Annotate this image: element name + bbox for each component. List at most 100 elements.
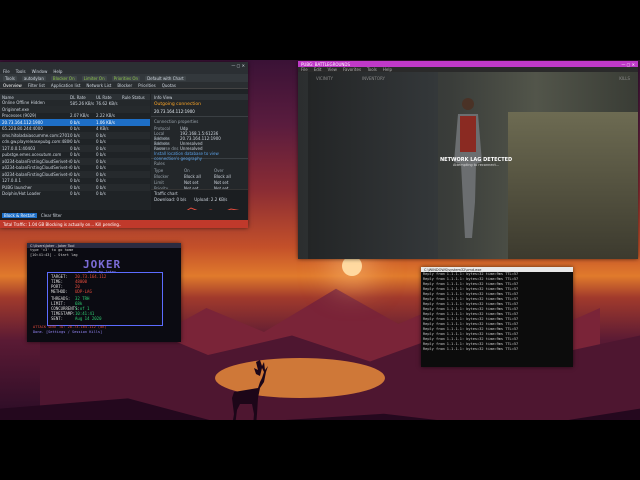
rule-value[interactable]: Not set (214, 180, 242, 185)
sun (342, 256, 362, 276)
row-name: 127.0.0.1 (2, 178, 22, 184)
row-name: 65.228.80.244:4000 (2, 126, 43, 132)
tab-filter-list[interactable]: Filter list (28, 83, 45, 88)
row-dl: 0 b/s (70, 158, 80, 164)
column-name[interactable]: Name (0, 95, 70, 100)
info-view-title: Info View (154, 94, 173, 100)
menu-help[interactable]: Help (53, 69, 62, 74)
row-ul: 4 KB/s (96, 126, 109, 132)
tab-quotas[interactable]: Quotas (162, 83, 176, 88)
row-dl: 0 b/s (70, 139, 80, 145)
menu-window[interactable]: Window (32, 69, 48, 74)
filter-offline[interactable]: Offline (16, 100, 29, 105)
joker-title: C:\Users\Joker - Joker Tool (30, 243, 75, 248)
field-value: UDP-LAG (75, 289, 92, 294)
lag-alert-subtitle: Attempting to reconnect... (452, 163, 500, 167)
tab-application-list[interactable]: Application list (51, 83, 81, 88)
bottom-bar: Block & Restart Clear filter (0, 210, 248, 220)
traffic-chart-title: Traffic chart (154, 191, 178, 196)
field-key: METHOD: (51, 289, 68, 294)
row-name: cdn.gw.playreleasepubg.com:48000 (2, 139, 70, 145)
total-ul: 76.62 KB/s (96, 100, 118, 106)
block-restart-button[interactable]: Block & Restart (2, 212, 37, 218)
row-name: 127.0.0.1:40403 (2, 145, 36, 151)
rules-column-header: Type (154, 168, 164, 173)
blocker-toggle[interactable]: Blocker On (50, 75, 77, 81)
joker-console[interactable]: C:\Users\Joker - Joker Tool type 'c3' to… (27, 243, 181, 342)
row-dl: 0 b/s (70, 152, 80, 158)
priorities-toggle[interactable]: Priorities On (111, 75, 141, 81)
total-dl: 585.26 KB/s (70, 100, 95, 106)
tab-strip: Overview Filter list Application list Ne… (0, 82, 248, 89)
table-row[interactable]: Dolphin/Hot Loader 0 b/s 0 b/s (0, 191, 150, 198)
row-ul: 0 b/s (96, 184, 106, 190)
window-controls[interactable]: — ▢ ✕ (231, 63, 245, 68)
rule-type: Blocker (154, 174, 169, 179)
tab-overview[interactable]: Overview (3, 83, 22, 88)
rule-value[interactable]: Not set (184, 180, 212, 185)
connection-list[interactable]: Name DL Rate UL Rate Rule Status Online … (0, 94, 150, 210)
row-dl: 0 b/s (70, 191, 80, 197)
game-window[interactable]: PUBG: BATTLEGROUNDS — ▢ ✕ File Edit View… (298, 61, 638, 259)
game-field (508, 112, 638, 259)
tools-dropdown[interactable]: Tools (3, 75, 17, 81)
row-ul: 0 b/s (96, 145, 106, 151)
clear-filter-link[interactable]: Clear filter (41, 213, 62, 218)
row-dl: 0 b/s (70, 178, 80, 184)
row-ul: 0 b/s (96, 178, 106, 184)
network-lag-alert: NETWORK LAG DETECTED Attempting to recon… (440, 157, 512, 167)
game-wall (308, 72, 438, 259)
row-name: pubstge.emes.ocesutum.com (2, 152, 62, 158)
menu-file[interactable]: File (3, 69, 10, 74)
game-window-controls[interactable]: — ▢ ✕ (621, 62, 635, 67)
tab-vicinity[interactable]: VICINITY (316, 76, 333, 81)
menu-tools[interactable]: Tools (16, 69, 26, 74)
ping-output: Reply from 1.1.1.1: bytes=32 time=9ms TT… (421, 272, 573, 352)
connection-properties-header: Connection properties (151, 116, 248, 126)
status-bar: Total Traffic: 1.04 GB Blocking is actua… (0, 220, 248, 228)
table-body: Originnet.exe Processes (9029) 2.07 KB/s 2.… (0, 106, 150, 197)
row-ul: 0 b/s (96, 152, 106, 158)
rule-value[interactable]: Block all (184, 174, 212, 179)
column-dl-rate[interactable]: DL Rate (70, 95, 96, 100)
ping-console[interactable]: C:\WINDOWS\system32\cmd.exe Reply from 1… (421, 267, 573, 367)
row-ul: 0 b/s (96, 191, 106, 197)
row-ul: 0 b/s (96, 158, 106, 164)
tab-priorities[interactable]: Priorities (138, 83, 156, 88)
deer-silhouette (232, 360, 268, 420)
row-ul: 0 b/s (96, 132, 106, 138)
limiter-toggle[interactable]: Limiter On (81, 75, 107, 81)
row-name: Dolphin/Hot Loader (2, 191, 41, 197)
filter-hidden[interactable]: Hidden (31, 100, 45, 105)
game-title: PUBG: BATTLEGROUNDS (301, 61, 351, 67)
network-tool-window[interactable]: — ▢ ✕ File Tools Window Help Tools autod… (0, 62, 248, 228)
profile-dropdown[interactable]: autodylan (21, 75, 46, 81)
connection-title: Outgoing connection (154, 102, 201, 107)
row-dl: 0 b/s (70, 171, 80, 177)
geo-hint[interactable]: Install location database to view connec… (151, 151, 248, 161)
field-key: SENT: (51, 316, 64, 321)
row-dl: 0 b/s (70, 184, 80, 190)
ping-line: Reply from 1.1.1.1: bytes=32 time=9ms TT… (423, 347, 519, 351)
row-ul: 2.22 KB/s (96, 113, 115, 119)
game-viewport[interactable]: VICINITY INVENTORY KILLS NETWORK LAG DET… (298, 72, 638, 259)
row-name: sms.hitoladaiascumme.com:27015 (2, 132, 70, 138)
row-dl: 0 b/s (70, 145, 80, 151)
row-ul: 0 b/s (96, 165, 106, 171)
rule-type: Limit (154, 180, 164, 185)
status-filters: Online Offline Hidden (0, 100, 70, 106)
tab-network-list[interactable]: Network List (86, 83, 111, 88)
filter-online[interactable]: Online (2, 100, 15, 105)
tab-inventory[interactable]: INVENTORY (362, 76, 385, 81)
connection-address: 20.73.164.112:1900 (154, 109, 195, 114)
column-rule-status[interactable]: Rule Status (122, 95, 148, 100)
rule-value[interactable]: Block all (214, 174, 242, 179)
rules-column-header: On (184, 168, 190, 173)
row-name: PUBG launcher (2, 184, 32, 190)
tab-blocker[interactable]: Blocker (117, 83, 132, 88)
toolbar: Tools autodylan Blocker On Limiter On Pr… (0, 74, 248, 82)
column-ul-rate[interactable]: UL Rate (96, 95, 122, 100)
kills-counter: KILLS (619, 76, 630, 81)
layout-dropdown[interactable]: Default with Chart (145, 75, 186, 81)
status-text: Total Traffic: 1.04 GB Blocking is actua… (3, 221, 122, 227)
